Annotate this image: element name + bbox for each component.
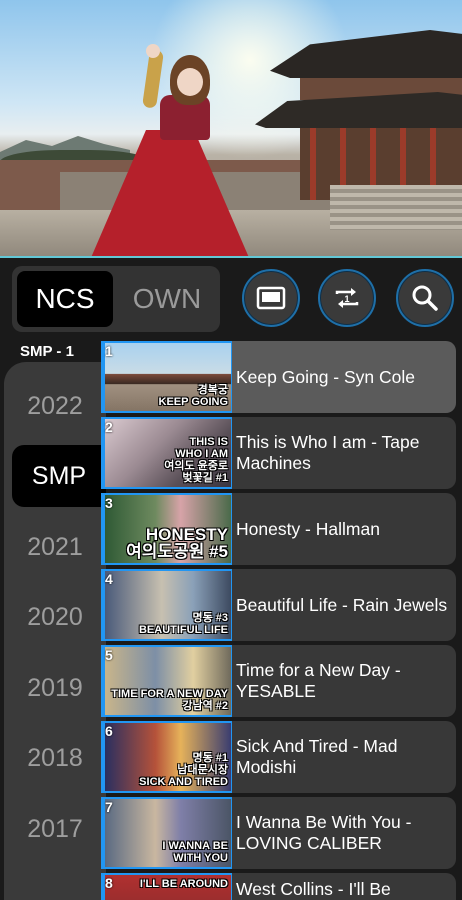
track-number: 4 (105, 571, 113, 587)
track-title: West Collins - I'll Be (236, 879, 391, 899)
repeat-one-button[interactable]: 1 (318, 269, 376, 327)
track-title: Time for a New Day - YESABLE (236, 660, 401, 701)
track-thumbnail-frame: HONESTY 여의도공원 #5 3 (101, 493, 232, 565)
thumbnail-caption: I WANNA BE WITH YOU (162, 840, 228, 864)
track-thumbnail[interactable]: 경복궁 KEEP GOING (105, 343, 231, 411)
year-2022[interactable]: 2022 (4, 392, 106, 421)
thumbnail-caption: I'LL BE AROUND (139, 878, 228, 890)
track-thumbnail[interactable]: I WANNA BE WITH YOU (105, 799, 231, 867)
thumbnail-caption: 명동 #1 남대문시장 SICK AND TIRED (139, 752, 228, 788)
track-thumbnail-frame: I'LL BE AROUND 8 (101, 873, 232, 900)
track-thumbnail-frame: 명동 #3 BEAUTIFUL LIFE 4 (101, 569, 232, 641)
search-button[interactable] (396, 269, 454, 327)
year-2019[interactable]: 2019 (4, 674, 106, 703)
track-title: Keep Going - Syn Cole (236, 366, 415, 387)
video-dancer-face (177, 68, 203, 96)
year-2020[interactable]: 2020 (4, 603, 106, 632)
track-title: Beautiful Life - Rain Jewels (236, 594, 448, 615)
track-item[interactable]: THIS IS WHO I AM 여의도 윤중로 벚꽃길 #1 2 This i… (101, 417, 456, 489)
track-title: I Wanna Be With You - LOVING CALIBER (236, 812, 412, 853)
picture-in-picture-button[interactable] (242, 269, 300, 327)
thumbnail-caption: TIME FOR A NEW DAY 강남역 #2 (111, 688, 228, 712)
repeat-one-icon: 1 (335, 288, 359, 308)
video-dancer-hand (146, 44, 160, 58)
track-thumbnail-frame: 명동 #1 남대문시장 SICK AND TIRED 6 (101, 721, 232, 793)
picture-in-picture-icon (256, 286, 286, 310)
thumbnail-caption: 경복궁 KEEP GOING (158, 384, 228, 408)
track-number: 3 (105, 495, 113, 511)
track-thumbnail[interactable]: 명동 #3 BEAUTIFUL LIFE (105, 571, 231, 639)
track-number: 6 (105, 723, 113, 739)
svg-text:1: 1 (344, 294, 349, 304)
track-thumbnail[interactable]: 명동 #1 남대문시장 SICK AND TIRED (105, 723, 231, 791)
track-thumbnail[interactable]: TIME FOR A NEW DAY 강남역 #2 (105, 647, 231, 715)
track-thumbnail[interactable]: HONESTY 여의도공원 #5 (105, 495, 231, 563)
track-item[interactable]: TIME FOR A NEW DAY 강남역 #2 5 Time for a N… (101, 645, 456, 717)
track-title: Sick And Tired - Mad Modishi (236, 736, 398, 777)
track-number: 2 (105, 419, 113, 435)
track-item[interactable]: HONESTY 여의도공원 #5 3 Honesty - Hallman (101, 493, 456, 565)
track-thumbnail[interactable]: I'LL BE AROUND (105, 875, 231, 900)
track-thumbnail-frame: I WANNA BE WITH YOU 7 (101, 797, 232, 869)
track-number: 8 (105, 875, 113, 891)
controls-bar: NCS OWN 1 (0, 258, 462, 340)
track-thumbnail-frame: 경복궁 KEEP GOING 1 (101, 341, 232, 413)
year-2018[interactable]: 2018 (4, 744, 106, 773)
playlist-label: SMP - 1 (20, 343, 74, 360)
track-item[interactable]: I WANNA BE WITH YOU 7 I Wanna Be With Yo… (101, 797, 456, 869)
track-item[interactable]: 명동 #1 남대문시장 SICK AND TIRED 6 Sick And Ti… (101, 721, 456, 793)
track-thumbnail-frame: THIS IS WHO I AM 여의도 윤중로 벚꽃길 #1 2 (101, 417, 232, 489)
track-item[interactable]: 경복궁 KEEP GOING 1 Keep Going - Syn Cole (101, 341, 456, 413)
ncs-tab[interactable]: NCS (17, 271, 113, 327)
track-item[interactable]: 명동 #3 BEAUTIFUL LIFE 4 Beautiful Life - … (101, 569, 456, 641)
own-tab[interactable]: OWN (119, 271, 215, 327)
year-2021[interactable]: 2021 (4, 533, 106, 562)
source-toggle: NCS OWN (12, 266, 220, 332)
track-number: 5 (105, 647, 113, 663)
thumbnail-caption: HONESTY 여의도공원 #5 (126, 525, 228, 561)
track-title: This is Who I am - Tape Machines (236, 432, 420, 473)
thumbnail-caption: THIS IS WHO I AM 여의도 윤중로 벚꽃길 #1 (164, 436, 228, 484)
track-number: 1 (105, 343, 113, 359)
video-stairs (330, 185, 462, 230)
track-thumbnail-frame: TIME FOR A NEW DAY 강남역 #2 5 (101, 645, 232, 717)
thumbnail-caption: 명동 #3 BEAUTIFUL LIFE (138, 612, 228, 636)
year-2017[interactable]: 2017 (4, 815, 106, 844)
track-thumbnail[interactable]: THIS IS WHO I AM 여의도 윤중로 벚꽃길 #1 (105, 419, 231, 487)
track-item[interactable]: I'LL BE AROUND 8 West Collins - I'll Be (101, 873, 456, 900)
track-list: 경복궁 KEEP GOING 1 Keep Going - Syn Cole T… (101, 340, 457, 900)
track-title: Honesty - Hallman (236, 518, 380, 539)
video-player[interactable] (0, 0, 462, 258)
search-icon (412, 285, 438, 311)
year-smp[interactable]: SMP (12, 445, 106, 507)
track-number: 7 (105, 799, 113, 815)
